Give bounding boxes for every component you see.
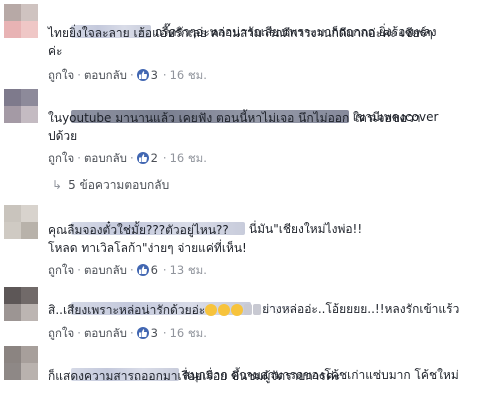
timestamp[interactable]: 13 ชม. bbox=[170, 263, 207, 277]
avatar[interactable] bbox=[4, 287, 38, 321]
timestamp[interactable]: 16 ชม. bbox=[170, 151, 207, 165]
comment-text-line: ในyoutube มานานแล้ว เคยฟัง ตอนนี้หาไม่เจ… bbox=[48, 111, 421, 125]
like-icon bbox=[136, 327, 149, 339]
comment-actions: ถูกใจ · ตอบกลับ · 2 · 16 ชม. bbox=[48, 151, 207, 165]
timestamp[interactable]: 16 ชม. bbox=[170, 326, 207, 340]
thumbs-up-icon bbox=[253, 304, 262, 315]
like-count[interactable]: 2 bbox=[151, 151, 158, 165]
reply-link[interactable]: ตอบกลับ bbox=[84, 326, 127, 340]
comment-actions: ถูกใจ · ตอบกลับ · 6 · 13 ชม. bbox=[48, 263, 207, 277]
timestamp[interactable]: 16 ชม. bbox=[170, 68, 207, 82]
like-link[interactable]: ถูกใจ bbox=[48, 263, 74, 277]
avatar[interactable] bbox=[4, 346, 38, 380]
comment-text-line: โหลด ทาเวิลโลก้า"ง่ายๆ จ่ายแค่ที่เห็น! bbox=[48, 241, 247, 255]
comment-actions: ถูกใจ · ตอบกลับ · 3 · 16 ชม. bbox=[48, 68, 207, 82]
emoji-icon bbox=[231, 304, 244, 316]
like-count[interactable]: 6 bbox=[151, 263, 158, 277]
reply-link[interactable]: ตอบกลับ bbox=[84, 68, 127, 82]
avatar[interactable] bbox=[4, 205, 38, 239]
comment-actions: ถูกใจ · ตอบกลับ · 3 · 16 ชม. bbox=[48, 326, 207, 340]
comment-thread: กรี๊ดรัวๆอ่ะหล่อน่ารักเสียงเพราะมากกกกกก… bbox=[0, 0, 485, 404]
comment-text-line: ไทยยิ่งใจละลาย เฮ้อแอบรักเลย ความสามารถด… bbox=[48, 26, 433, 40]
comment-text-line: ปด้วย bbox=[48, 129, 78, 143]
like-link[interactable]: ถูกใจ bbox=[48, 151, 74, 165]
reply-link[interactable]: ตอบกลับ bbox=[84, 263, 127, 277]
avatar[interactable] bbox=[4, 89, 38, 123]
comment-text-line: ก็แสดงความสารถออกมาเรื่อยเรื่อย ขึ้นชมผู… bbox=[48, 369, 341, 383]
like-icon bbox=[136, 264, 149, 276]
view-replies-link[interactable]: ↳ 5 ข้อความตอบกลับ bbox=[52, 176, 169, 195]
comment-text-line: คุณลืมจองตั๋วใช่มั้ย???ตัวอยู่ไหน?? bbox=[48, 223, 229, 237]
comment-text-line: ค่ะ bbox=[48, 44, 63, 58]
avatar[interactable] bbox=[4, 4, 38, 38]
emoji-icon bbox=[218, 304, 231, 316]
thumbs-up-icon bbox=[244, 304, 253, 315]
like-icon bbox=[136, 69, 149, 81]
like-count[interactable]: 3 bbox=[151, 326, 158, 340]
comment-text-line: สิ..เสียงเพราะหล่อน่ารักด้วยอ่ะ ♡♡♡ bbox=[48, 303, 292, 317]
like-link[interactable]: ถูกใจ bbox=[48, 326, 74, 340]
like-link[interactable]: ถูกใจ bbox=[48, 68, 74, 82]
reply-arrow-icon: ↳ bbox=[52, 178, 63, 192]
like-icon bbox=[136, 152, 149, 164]
reply-link[interactable]: ตอบกลับ bbox=[84, 151, 127, 165]
emoji-icon bbox=[205, 304, 218, 316]
hearts-icon: ♡♡♡ bbox=[262, 304, 292, 317]
like-count[interactable]: 3 bbox=[151, 68, 158, 82]
